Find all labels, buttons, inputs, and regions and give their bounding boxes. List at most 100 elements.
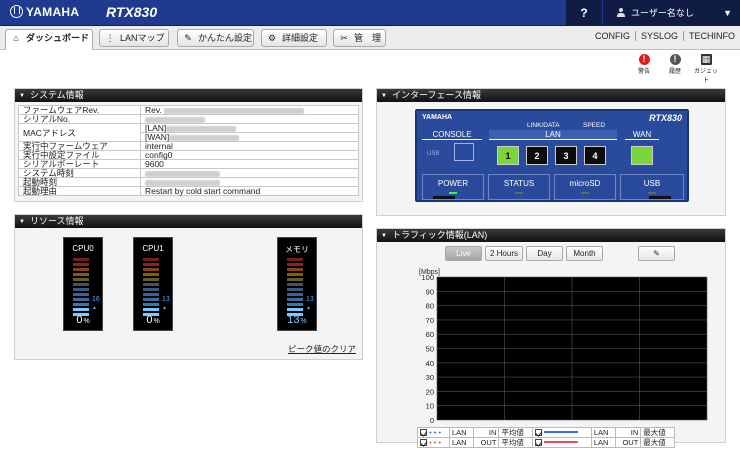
wan-label: WAN	[625, 130, 659, 140]
gauge-peak: 13 ▲	[306, 296, 314, 311]
y-tick-label: 60	[426, 330, 434, 339]
usb-small-label: USB	[427, 151, 440, 157]
help-button[interactable]: ?	[566, 0, 602, 26]
resource-info-title: リソース情報	[15, 215, 362, 228]
legend-swatch	[544, 441, 579, 443]
history-button[interactable]: ! 履歴	[661, 54, 689, 75]
gauge-segment	[287, 293, 303, 296]
top-links: CONFIG SYSLOG TECHINFO	[590, 31, 740, 41]
power-led-indicator	[449, 192, 457, 194]
table-row: 起動時刻	[18, 177, 359, 187]
lan-in-max-checkbox[interactable]	[535, 429, 543, 436]
gauge-segment	[287, 298, 303, 301]
gauge-title: CPU0	[72, 244, 94, 253]
wand-icon: ✎	[184, 33, 192, 43]
gauge-segment	[73, 278, 89, 281]
gauge-segment	[143, 268, 159, 271]
device-foot	[649, 196, 671, 199]
lan-label: LAN	[489, 130, 617, 140]
gauge-segment	[287, 263, 303, 266]
gauge-segment	[143, 303, 159, 306]
warning-button[interactable]: ! 警告	[630, 54, 658, 75]
gauge-segment	[73, 293, 89, 296]
syslog-link[interactable]: SYSLOG	[634, 31, 683, 41]
gauge-segment	[143, 288, 159, 291]
lan-in-avg-checkbox[interactable]	[420, 429, 427, 436]
resource-info-panel: リソース情報 CPU016▲0%CPU113▲0%メモリ13▲13% ピーク値の…	[14, 214, 363, 360]
redacted-value	[164, 107, 305, 114]
user-menu[interactable]: ユーザー名なし ▼	[603, 0, 740, 26]
gadget-button[interactable]: ▦ ガジェット	[692, 54, 720, 84]
table-row: シリアルNo.	[18, 114, 359, 124]
y-tick-label: 0	[430, 416, 434, 424]
legend-row: • • • LAN IN 平均値 LAN IN 最大値	[417, 427, 675, 438]
gauge-segment	[287, 268, 303, 271]
gauge-segment	[287, 273, 303, 276]
device-model: RTX830	[649, 113, 682, 123]
lan-out-avg-checkbox[interactable]	[420, 439, 427, 446]
interface-info-panel: インターフェース情報 YAMAHA RTX830 CONSOLE USB LIN…	[376, 88, 726, 216]
gauge-title: メモリ	[285, 245, 309, 254]
tab-lan-map[interactable]: ⋮ LANマップ	[99, 29, 169, 47]
gauge-peak: 13 ▲	[162, 296, 170, 311]
nav-bar: ⌂ ダッシュボード ⋮ LANマップ ✎ かんたん設定 ⚙ 詳細設定 ✂ 管 理 CONF…	[0, 26, 740, 51]
microsd-led: microSD	[554, 174, 616, 200]
gauge-value: 0%	[76, 314, 90, 326]
usb-led-indicator	[648, 192, 656, 194]
lan-out-max-checkbox[interactable]	[535, 439, 543, 446]
lan-port-3[interactable]: 3	[555, 146, 577, 165]
gauge-bars	[73, 258, 89, 318]
lan-port-2[interactable]: 2	[526, 146, 548, 165]
gauge-segment	[73, 283, 89, 286]
y-tick-label: 20	[426, 387, 434, 396]
tab-easy-setup[interactable]: ✎ かんたん設定	[177, 29, 254, 47]
techinfo-link[interactable]: TECHINFO	[683, 31, 740, 41]
gauge-segment	[143, 283, 159, 286]
gauge-segment	[287, 288, 303, 291]
redacted-value	[145, 170, 220, 177]
redacted-value	[169, 134, 240, 141]
config-link[interactable]: CONFIG	[590, 31, 635, 41]
gauge-segment	[73, 268, 89, 271]
table-row: MACアドレス [LAN]	[18, 123, 359, 142]
speed-label: SPEED	[583, 122, 606, 129]
peak-marker-icon: ▲	[306, 305, 311, 311]
gauge-segment	[73, 273, 89, 276]
gauge-bars	[143, 258, 159, 318]
lan-port-4[interactable]: 4	[584, 146, 606, 165]
resource-gauge: CPU0 16 ▲ 0%	[63, 237, 103, 331]
wan-port[interactable]	[631, 146, 653, 165]
table-row: 起動理由 Restart by cold start command	[18, 186, 359, 196]
lan-port-1[interactable]: 1	[497, 146, 519, 165]
gauge-segment	[287, 258, 303, 261]
gauge-peak: 16 ▲	[92, 296, 100, 311]
gauge-segment	[73, 308, 89, 311]
interface-info-title: インターフェース情報	[377, 89, 725, 102]
y-tick-label: 80	[426, 302, 434, 311]
console-label: CONSOLE	[422, 130, 482, 140]
gauge-value: 0%	[146, 314, 160, 326]
model-name: RTX830	[106, 4, 158, 20]
clear-peak-link[interactable]: ピーク値のクリア	[288, 343, 356, 355]
warning-icon: !	[638, 54, 650, 65]
console-port	[454, 143, 474, 161]
redacted-value	[145, 179, 220, 186]
peak-marker-icon: ▲	[162, 305, 167, 311]
tab-dashboard[interactable]: ⌂ ダッシュボード	[5, 29, 93, 51]
table-row: システム時刻	[18, 168, 359, 178]
brand-logo: YAMAHA	[10, 5, 79, 19]
redacted-value	[166, 125, 237, 132]
top-bar: YAMAHA RTX830 ? ユーザー名なし ▼	[0, 0, 740, 26]
home-icon: ⌂	[13, 33, 19, 43]
traffic-legend: • • • LAN IN 平均値 LAN IN 最大値 • • • LAN OUT 平均値 …	[417, 427, 675, 448]
resource-gauge: メモリ 13 ▲ 13%	[277, 237, 317, 331]
gauge-segment	[73, 263, 89, 266]
tab-advanced-settings[interactable]: ⚙ 詳細設定	[261, 29, 327, 47]
gauge-segment	[143, 278, 159, 281]
gauge-segment	[287, 303, 303, 306]
y-tick-label: 90	[426, 287, 434, 296]
system-info-panel: システム情報 ファームウェアRev.Rev. シリアルNo. MACアドレス[L…	[14, 88, 363, 202]
tab-management[interactable]: ✂ 管 理	[333, 29, 386, 47]
chevron-down-icon: ▼	[723, 8, 732, 18]
gauge-segment	[143, 293, 159, 296]
